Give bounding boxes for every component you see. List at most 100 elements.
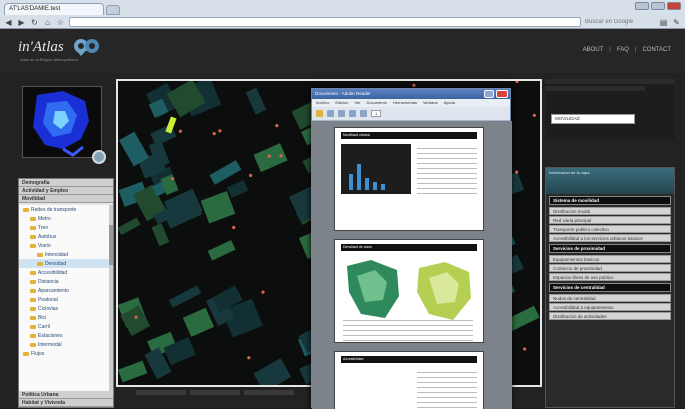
- overview-map[interactable]: [22, 86, 102, 158]
- pdf-text-line: [417, 178, 477, 179]
- tree-node[interactable]: Tren: [19, 223, 111, 232]
- folder-icon: [30, 243, 36, 248]
- pdf-menu-item[interactable]: Ventana: [423, 100, 438, 106]
- tree-node[interactable]: Redes de transporte: [19, 205, 111, 214]
- pdf-menu-item[interactable]: Edicion: [335, 100, 348, 106]
- pdf-text-line: [417, 173, 477, 174]
- forward-icon[interactable]: ▶: [17, 18, 26, 27]
- tree-node[interactable]: Intensidad: [19, 250, 111, 259]
- reload-icon[interactable]: ↻: [30, 18, 39, 27]
- map-point: [249, 173, 253, 177]
- zoom-out-icon[interactable]: [349, 110, 356, 117]
- open-folder-icon[interactable]: [316, 110, 323, 117]
- info-item[interactable]: Espacios libres de uso publico: [549, 273, 671, 281]
- pdf-menu-item[interactable]: Herramientas: [393, 100, 417, 106]
- tree-node[interactable]: Flujos: [19, 349, 111, 358]
- accordion-section-actividad[interactable]: Actividad y Empleo: [19, 187, 113, 195]
- pdf-title-bar[interactable]: Documento - Adobe Reader: [312, 89, 510, 99]
- tree-node[interactable]: Peatonal: [19, 295, 111, 304]
- pdf-text-line: [417, 377, 477, 378]
- folder-icon: [30, 297, 36, 302]
- map-block: [253, 143, 288, 173]
- info-item[interactable]: Nodos de centralidad: [549, 294, 671, 302]
- minimize-button[interactable]: [635, 2, 649, 10]
- tree-node[interactable]: Accesibilidad: [19, 268, 111, 277]
- tree-node[interactable]: Estaciones: [19, 331, 111, 340]
- nav-contact[interactable]: CONTACT: [642, 47, 671, 53]
- pdf-menu-item[interactable]: Ayuda: [444, 100, 455, 106]
- pdf-menu-item[interactable]: Archivo: [316, 100, 329, 106]
- tree-node[interactable]: Viario: [19, 241, 111, 250]
- folder-icon: [30, 324, 36, 329]
- folder-icon: [30, 333, 36, 338]
- star-icon[interactable]: ☆: [56, 18, 65, 27]
- map-block: [253, 358, 292, 385]
- new-tab-button[interactable]: [106, 5, 120, 15]
- email-icon[interactable]: [338, 110, 345, 117]
- layer-tree: Redes de transporte Metro Tren Autobus Viari…: [19, 205, 111, 391]
- pdf-minimize-button[interactable]: [484, 90, 494, 98]
- accordion-section-movilidad[interactable]: Movilidad: [19, 195, 113, 203]
- tree-node-label: Autobus: [38, 233, 57, 240]
- pdf-menu-item[interactable]: Documento: [366, 100, 386, 106]
- info-item[interactable]: Accesibilidad a los servicios urbanos ba…: [549, 234, 671, 242]
- print-icon[interactable]: [327, 110, 334, 117]
- pdf-text-line: [417, 148, 477, 149]
- page-menu-icon[interactable]: ▤: [659, 18, 668, 27]
- tree-node[interactable]: Distancia: [19, 277, 111, 286]
- tree-node-label: Ciclovias: [38, 305, 59, 312]
- tree-node[interactable]: Aparcamiento: [19, 286, 111, 295]
- nav-faq[interactable]: FAQ: [617, 47, 629, 53]
- accordion-section-politica[interactable]: Politica Urbana: [19, 391, 113, 399]
- site-logo[interactable]: in'Atlas: [18, 39, 64, 56]
- info-section-heading[interactable]: Sistema de movilidad: [549, 196, 671, 205]
- close-window-button[interactable]: [667, 2, 681, 10]
- tree-node[interactable]: Bici: [19, 313, 111, 322]
- pdf-menu-item[interactable]: Ver: [354, 100, 360, 106]
- zoom-button[interactable]: [92, 150, 106, 164]
- info-section-heading[interactable]: Servicios de centralidad: [549, 283, 671, 292]
- layer-info-sections: Sistema de movilidad Distribucion modal Re…: [546, 196, 674, 320]
- pdf-toolbar: 1: [312, 107, 510, 121]
- tree-node[interactable]: Densidad: [19, 259, 111, 268]
- info-item[interactable]: Equipamientos basicos: [549, 255, 671, 263]
- pdf-page-number[interactable]: 1: [371, 110, 382, 117]
- info-item[interactable]: Comercio de proximidad: [549, 264, 671, 272]
- browser-tab[interactable]: AT'LAS'DAMIE.test: [4, 3, 104, 15]
- tree-node[interactable]: Ciclovias: [19, 304, 111, 313]
- info-item[interactable]: Distribucion modal: [549, 207, 671, 215]
- layer-search-input[interactable]: MOVILIDAD: [551, 114, 635, 124]
- map-block: [200, 191, 236, 224]
- wrench-icon[interactable]: ✎: [672, 18, 681, 27]
- back-icon[interactable]: ◀: [4, 18, 13, 27]
- tree-node-label: Redes de transporte: [31, 206, 77, 213]
- tree-node[interactable]: Metro: [19, 214, 111, 223]
- map-point: [232, 225, 236, 230]
- tree-node[interactable]: Carril: [19, 322, 111, 331]
- info-item[interactable]: Accesibilidad a equipamientos: [549, 303, 671, 311]
- tree-node[interactable]: Autobus: [19, 232, 111, 241]
- info-item[interactable]: Transporte publico colectivo: [549, 225, 671, 233]
- nav-about[interactable]: ABOUT: [583, 47, 604, 53]
- home-icon[interactable]: ⌂: [43, 18, 52, 27]
- pdf-close-button[interactable]: [496, 90, 508, 98]
- tree-node[interactable]: Intermodal: [19, 340, 111, 349]
- info-item[interactable]: Distribucion de actividades: [549, 312, 671, 320]
- tree-scroll-thumb[interactable]: [109, 225, 113, 265]
- zoom-in-icon[interactable]: [360, 110, 367, 117]
- address-bar[interactable]: [69, 17, 581, 27]
- accordion-section-demografia[interactable]: Demografia: [19, 179, 113, 187]
- tree-node-label: Aparcamiento: [38, 287, 69, 294]
- info-section-heading[interactable]: Servicios de proximidad: [549, 244, 671, 253]
- site-header: in'Atlas Atlas de la Region Metropolitan…: [0, 29, 685, 73]
- pdf-document-area[interactable]: Movilidad urbana Densidad de viario Acce…: [312, 121, 512, 409]
- map-block: [209, 159, 242, 185]
- folder-icon: [30, 306, 36, 311]
- maximize-button[interactable]: [651, 2, 665, 10]
- map-block: [168, 285, 202, 308]
- layer-accordion: Demografia Actividad y Empleo Movilidad …: [18, 178, 114, 408]
- tree-scrollbar[interactable]: [109, 205, 113, 391]
- tree-node-label: Metro: [38, 215, 51, 222]
- accordion-section-habitat[interactable]: Habitat y Vivienda: [19, 399, 113, 407]
- info-item[interactable]: Red viaria principal: [549, 216, 671, 224]
